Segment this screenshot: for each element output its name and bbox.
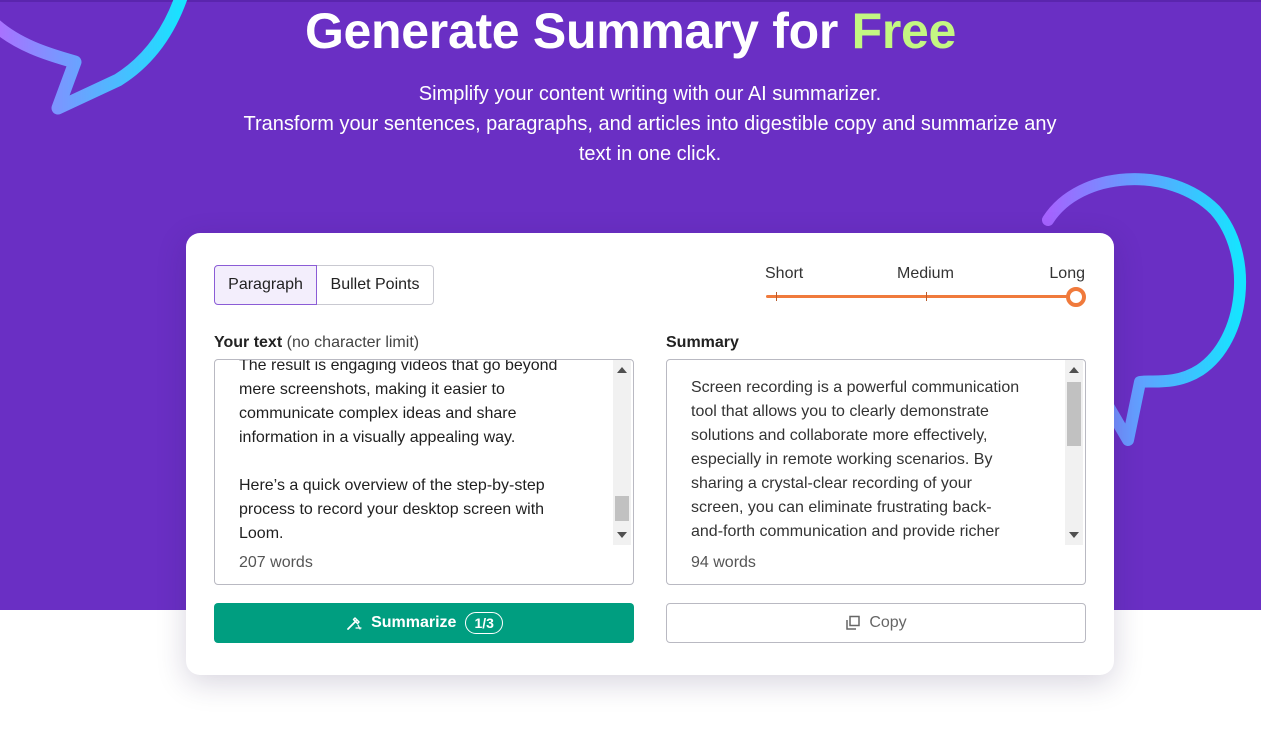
length-medium-label[interactable]: Medium (897, 265, 954, 283)
length-slider-handle[interactable] (1066, 287, 1086, 307)
input-textarea[interactable]: The result is engaging videos that go be… (214, 359, 634, 585)
page-title: Generate Summary for Free (0, 2, 1261, 60)
summarize-button-label: Summarize (371, 614, 457, 631)
scroll-up-arrow-icon[interactable] (617, 367, 627, 373)
subtitle-line-1: Simplify your content writing with our A… (418, 83, 882, 105)
scroll-down-arrow-icon[interactable] (617, 532, 627, 538)
summarize-button[interactable]: Summarize 1/3 (214, 603, 634, 643)
subtitle-line-3: text in one click. (578, 143, 722, 165)
summary-scrollbar-thumb[interactable] (1067, 382, 1081, 446)
mode-bullet-points-button[interactable]: Bullet Points (317, 265, 434, 305)
copy-button-label: Copy (869, 614, 907, 631)
mode-paragraph-button[interactable]: Paragraph (214, 265, 317, 305)
copy-button[interactable]: Copy (666, 603, 1086, 643)
input-label-note: (no character limit) (286, 334, 420, 351)
summary-label: Summary (666, 334, 739, 352)
scroll-up-arrow-icon[interactable] (1069, 367, 1079, 373)
length-short-label[interactable]: Short (765, 265, 803, 283)
subtitle-line-2: Transform your sentences, paragraphs, an… (243, 113, 1057, 135)
page-title-accent: Free (851, 3, 957, 59)
summary-output[interactable]: Screen recording is a powerful communica… (666, 359, 1086, 585)
input-scrollbar[interactable] (613, 360, 631, 545)
length-long-label[interactable]: Long (1049, 265, 1085, 283)
input-text[interactable]: The result is engaging videos that go be… (239, 360, 589, 546)
magic-wand-icon (347, 617, 362, 630)
copy-icon (846, 615, 861, 630)
mode-toggle: Paragraph Bullet Points (214, 265, 434, 305)
input-label: Your text (no character limit) (214, 334, 419, 352)
length-slider-track[interactable] (766, 295, 1074, 298)
summary-text: Screen recording is a powerful communica… (691, 379, 1020, 540)
summarize-usage-counter: 1/3 (465, 612, 503, 634)
page-title-main: Generate Summary for (304, 3, 852, 59)
length-tick-medium (926, 292, 927, 301)
length-tick-short (776, 292, 777, 301)
input-word-count: 207 words (239, 554, 313, 571)
input-label-main: Your text (214, 334, 283, 351)
summary-word-count: 94 words (691, 554, 756, 571)
scroll-down-arrow-icon[interactable] (1069, 532, 1079, 538)
summary-scrollbar[interactable] (1065, 360, 1083, 545)
input-scrollbar-thumb[interactable] (615, 496, 629, 521)
summary-label-main: Summary (666, 334, 739, 351)
length-slider[interactable]: Short Medium Long (764, 263, 1086, 313)
summarizer-card: Paragraph Bullet Points Short Medium Lon… (186, 233, 1114, 675)
